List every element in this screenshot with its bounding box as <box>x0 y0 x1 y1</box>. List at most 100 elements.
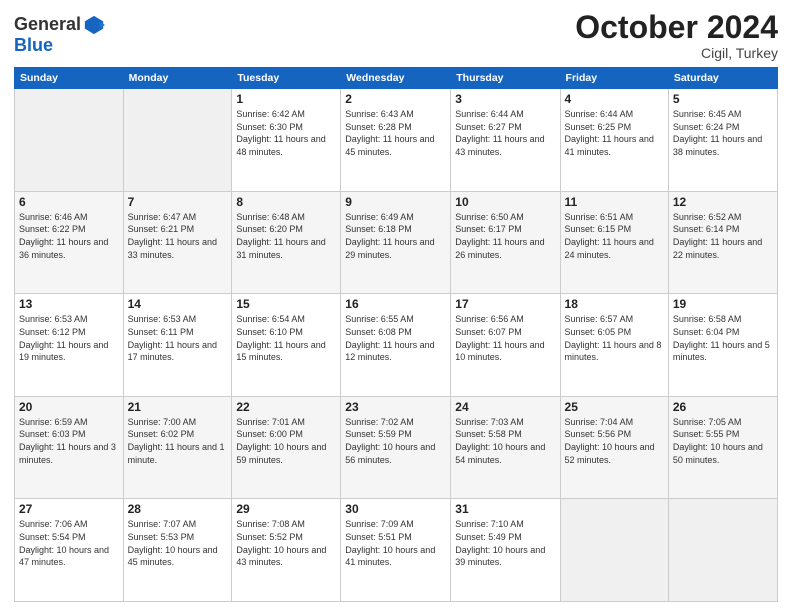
day-info: Sunrise: 6:56 AMSunset: 6:07 PMDaylight:… <box>455 313 555 363</box>
day-number: 25 <box>565 400 664 414</box>
table-row: 4Sunrise: 6:44 AMSunset: 6:25 PMDaylight… <box>560 89 668 192</box>
calendar-week-row: 13 Sunrise: 6:53 AMSunset: 6:12 PMDayligh… <box>15 294 778 397</box>
logo-general-text: General <box>14 15 81 35</box>
day-number: 18 <box>565 297 664 311</box>
col-thursday: Thursday <box>451 68 560 89</box>
col-sunday: Sunday <box>15 68 124 89</box>
day-number: 28 <box>128 502 228 516</box>
day-info: Sunrise: 7:04 AMSunset: 5:56 PMDaylight:… <box>565 416 664 466</box>
day-info: Sunrise: 6:55 AMSunset: 6:08 PMDaylight:… <box>345 313 446 363</box>
col-monday: Monday <box>123 68 232 89</box>
table-row <box>15 89 124 192</box>
table-row: 15 Sunrise: 6:54 AMSunset: 6:10 PMDayligh… <box>232 294 341 397</box>
logo-icon <box>83 14 105 36</box>
day-number: 9 <box>345 195 446 209</box>
day-number: 5 <box>673 92 773 106</box>
table-row: 16 Sunrise: 6:55 AMSunset: 6:08 PMDayligh… <box>341 294 451 397</box>
day-info: Sunrise: 6:49 AMSunset: 6:18 PMDaylight:… <box>345 211 446 261</box>
day-number: 2 <box>345 92 446 106</box>
day-number: 1 <box>236 92 336 106</box>
day-info: Sunrise: 7:03 AMSunset: 5:58 PMDaylight:… <box>455 416 555 466</box>
day-info: Sunrise: 7:10 AMSunset: 5:49 PMDaylight:… <box>455 518 555 568</box>
col-friday: Friday <box>560 68 668 89</box>
day-info: Sunrise: 6:44 AMSunset: 6:27 PMDaylight:… <box>455 108 555 158</box>
table-row: 14Sunrise: 6:53 AMSunset: 6:11 PMDayligh… <box>123 294 232 397</box>
table-row: 8Sunrise: 6:48 AMSunset: 6:20 PMDaylight… <box>232 191 341 294</box>
table-row: 21 Sunrise: 7:00 AMSunset: 6:02 PMDayligh… <box>123 396 232 499</box>
table-row: 12 Sunrise: 6:52 AMSunset: 6:14 PMDayligh… <box>668 191 777 294</box>
col-saturday: Saturday <box>668 68 777 89</box>
day-info: Sunrise: 7:02 AMSunset: 5:59 PMDaylight:… <box>345 416 446 466</box>
table-row: 26 Sunrise: 7:05 AMSunset: 5:55 PMDayligh… <box>668 396 777 499</box>
col-tuesday: Tuesday <box>232 68 341 89</box>
day-info: Sunrise: 6:43 AMSunset: 6:28 PMDaylight:… <box>345 108 446 158</box>
table-row: 25 Sunrise: 7:04 AMSunset: 5:56 PMDayligh… <box>560 396 668 499</box>
day-info: Sunrise: 6:54 AMSunset: 6:10 PMDaylight:… <box>236 313 336 363</box>
day-number: 24 <box>455 400 555 414</box>
day-number: 15 <box>236 297 336 311</box>
day-info: Sunrise: 6:58 AMSunset: 6:04 PMDaylight:… <box>673 313 773 363</box>
day-info: Sunrise: 7:05 AMSunset: 5:55 PMDaylight:… <box>673 416 773 466</box>
day-number: 11 <box>565 195 664 209</box>
day-info: Sunrise: 6:59 AMSunset: 6:03 PMDaylight:… <box>19 416 119 466</box>
day-number: 26 <box>673 400 773 414</box>
logo: General Blue <box>14 14 105 56</box>
calendar-week-row: 27 Sunrise: 7:06 AMSunset: 5:54 PMDayligh… <box>15 499 778 602</box>
table-row: 20 Sunrise: 6:59 AMSunset: 6:03 PMDayligh… <box>15 396 124 499</box>
table-row: 5 Sunrise: 6:45 AMSunset: 6:24 PMDaylight… <box>668 89 777 192</box>
calendar-week-row: 1 Sunrise: 6:42 AMSunset: 6:30 PMDaylight… <box>15 89 778 192</box>
table-row: 29 Sunrise: 7:08 AMSunset: 5:52 PMDayligh… <box>232 499 341 602</box>
day-number: 12 <box>673 195 773 209</box>
table-row: 2 Sunrise: 6:43 AMSunset: 6:28 PMDaylight… <box>341 89 451 192</box>
calendar-subtitle: Cigil, Turkey <box>575 45 778 61</box>
header: General Blue October 2024 Cigil, Turkey <box>14 10 778 61</box>
day-info: Sunrise: 6:51 AMSunset: 6:15 PMDaylight:… <box>565 211 664 261</box>
day-info: Sunrise: 6:57 AMSunset: 6:05 PMDaylight:… <box>565 313 664 363</box>
day-info: Sunrise: 7:07 AMSunset: 5:53 PMDaylight:… <box>128 518 228 568</box>
table-row: 18 Sunrise: 6:57 AMSunset: 6:05 PMDayligh… <box>560 294 668 397</box>
day-info: Sunrise: 6:53 AMSunset: 6:12 PMDaylight:… <box>19 313 119 363</box>
table-row: 30Sunrise: 7:09 AMSunset: 5:51 PMDayligh… <box>341 499 451 602</box>
day-info: Sunrise: 6:47 AMSunset: 6:21 PMDaylight:… <box>128 211 228 261</box>
title-block: October 2024 Cigil, Turkey <box>575 10 778 61</box>
table-row: 13 Sunrise: 6:53 AMSunset: 6:12 PMDayligh… <box>15 294 124 397</box>
day-info: Sunrise: 6:42 AMSunset: 6:30 PMDaylight:… <box>236 108 336 158</box>
day-number: 13 <box>19 297 119 311</box>
day-info: Sunrise: 7:08 AMSunset: 5:52 PMDaylight:… <box>236 518 336 568</box>
table-row <box>668 499 777 602</box>
table-row: 7 Sunrise: 6:47 AMSunset: 6:21 PMDaylight… <box>123 191 232 294</box>
day-number: 17 <box>455 297 555 311</box>
table-row: 23 Sunrise: 7:02 AMSunset: 5:59 PMDayligh… <box>341 396 451 499</box>
day-info: Sunrise: 6:48 AMSunset: 6:20 PMDaylight:… <box>236 211 336 261</box>
table-row: 3Sunrise: 6:44 AMSunset: 6:27 PMDaylight… <box>451 89 560 192</box>
table-row: 9 Sunrise: 6:49 AMSunset: 6:18 PMDaylight… <box>341 191 451 294</box>
table-row: 6 Sunrise: 6:46 AMSunset: 6:22 PMDaylight… <box>15 191 124 294</box>
table-row: 24 Sunrise: 7:03 AMSunset: 5:58 PMDayligh… <box>451 396 560 499</box>
day-number: 23 <box>345 400 446 414</box>
day-info: Sunrise: 6:44 AMSunset: 6:25 PMDaylight:… <box>565 108 664 158</box>
table-row: 17 Sunrise: 6:56 AMSunset: 6:07 PMDayligh… <box>451 294 560 397</box>
day-info: Sunrise: 6:50 AMSunset: 6:17 PMDaylight:… <box>455 211 555 261</box>
table-row: 10 Sunrise: 6:50 AMSunset: 6:17 PMDayligh… <box>451 191 560 294</box>
table-row: 27 Sunrise: 7:06 AMSunset: 5:54 PMDayligh… <box>15 499 124 602</box>
day-number: 7 <box>128 195 228 209</box>
day-number: 6 <box>19 195 119 209</box>
day-number: 19 <box>673 297 773 311</box>
day-number: 10 <box>455 195 555 209</box>
day-info: Sunrise: 6:52 AMSunset: 6:14 PMDaylight:… <box>673 211 773 261</box>
day-info: Sunrise: 7:06 AMSunset: 5:54 PMDaylight:… <box>19 518 119 568</box>
day-info: Sunrise: 7:00 AMSunset: 6:02 PMDaylight:… <box>128 416 228 466</box>
day-info: Sunrise: 6:46 AMSunset: 6:22 PMDaylight:… <box>19 211 119 261</box>
table-row <box>560 499 668 602</box>
day-number: 29 <box>236 502 336 516</box>
day-info: Sunrise: 6:45 AMSunset: 6:24 PMDaylight:… <box>673 108 773 158</box>
col-wednesday: Wednesday <box>341 68 451 89</box>
day-number: 14 <box>128 297 228 311</box>
day-number: 16 <box>345 297 446 311</box>
day-number: 30 <box>345 502 446 516</box>
day-number: 21 <box>128 400 228 414</box>
day-number: 27 <box>19 502 119 516</box>
day-number: 20 <box>19 400 119 414</box>
table-row: 1 Sunrise: 6:42 AMSunset: 6:30 PMDaylight… <box>232 89 341 192</box>
day-number: 22 <box>236 400 336 414</box>
